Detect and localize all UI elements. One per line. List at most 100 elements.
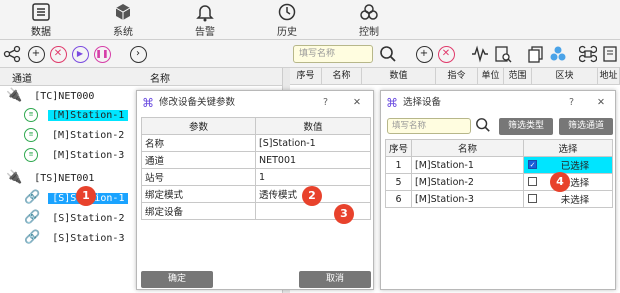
step-badge-4: 4 (550, 172, 570, 192)
inspect-button[interactable] (493, 44, 513, 64)
col-header[interactable]: 单位 (478, 68, 504, 85)
pause-icon: ❚❚ (93, 45, 111, 63)
select-cell[interactable]: ✓ 已选择 (523, 156, 613, 174)
filter-channel-button[interactable]: 筛选通道 (559, 118, 613, 135)
history-icon (278, 3, 296, 21)
select-cell[interactable]: 未选择 (523, 190, 613, 208)
nav-alarm-label: 告警 (195, 27, 215, 38)
col-header: 序号 (384, 139, 413, 157)
row-no: 6 (384, 190, 413, 208)
row-no: 5 (384, 173, 413, 191)
nav-history-label: 历史 (277, 27, 297, 38)
control-icon (360, 4, 378, 20)
cancel-button[interactable]: 取消 (299, 271, 371, 288)
share-button[interactable] (2, 44, 22, 64)
table-row[interactable]: 名称 [S]Station-1 (141, 134, 371, 152)
more-button[interactable] (600, 44, 620, 64)
group-button[interactable] (548, 44, 568, 64)
param-name: 通道 (141, 151, 256, 169)
play-icon: ▶ (71, 45, 89, 63)
checkbox-checked[interactable]: ✓ (528, 160, 538, 169)
copy-button[interactable] (526, 44, 546, 64)
tree-item-label: [M]Station-2 (52, 130, 125, 141)
pause-button[interactable]: ❚❚ (92, 44, 112, 64)
step-badge-3: 3 (334, 204, 354, 224)
table-row[interactable]: 通道 NET001 (141, 151, 371, 169)
help-button[interactable]: ? (569, 91, 574, 115)
plug-icon: 🔌 (6, 170, 23, 185)
row-no: 1 (384, 156, 413, 174)
search-button[interactable] (378, 44, 398, 64)
master-station-icon: ≡ (24, 128, 38, 142)
waveform-button[interactable] (470, 44, 490, 64)
nav-alarm[interactable]: 告警 (180, 2, 230, 38)
tree-item[interactable]: ≡ [M]Station-2 (24, 126, 128, 146)
col-header[interactable]: 名称 (322, 68, 362, 85)
next-button[interactable]: › (128, 44, 148, 64)
tree-item[interactable]: ≡ [M]Station-3 (24, 146, 128, 166)
table-row[interactable]: 1 [M]Station-1 ✓ 已选择 (384, 156, 613, 174)
nav-control[interactable]: 控制 (344, 2, 394, 38)
nav-system[interactable]: 系统 (98, 2, 148, 38)
nav-control-label: 控制 (359, 27, 379, 38)
tree-item-label: [M]Station-1 (48, 110, 129, 121)
table-row[interactable]: 6 [M]Station-3 未选择 (384, 190, 613, 208)
table-row[interactable]: 5 [M]Station-2 未选择 (384, 173, 613, 191)
group-icon (550, 46, 566, 61)
checkbox[interactable] (528, 177, 538, 186)
search-icon[interactable] (475, 117, 491, 133)
param-value[interactable]: 1 (255, 168, 371, 186)
group-label: [TC]NET000 (34, 91, 95, 102)
param-name: 绑定设备 (141, 202, 256, 220)
table-row[interactable]: 绑定模式 透传模式 (141, 185, 371, 203)
filter-type-button[interactable]: 筛选类型 (499, 118, 553, 135)
add-button[interactable]: + (26, 44, 46, 64)
remove-item-button[interactable]: ✕ (436, 44, 456, 64)
plug-icon: 🔌 (6, 88, 23, 103)
col-name-header: 名称 (150, 74, 170, 85)
command-button[interactable] (578, 44, 598, 64)
row-name: [M]Station-1 (411, 156, 525, 174)
tree-item-label: [S]Station-2 (52, 213, 125, 224)
tree-item[interactable]: 🔗 [S]Station-2 (24, 208, 128, 228)
remove-icon: ✕ (437, 45, 455, 63)
help-button[interactable]: ? (323, 91, 328, 115)
param-value[interactable]: NET001 (255, 151, 371, 169)
close-button[interactable]: ✕ (597, 91, 605, 115)
param-name: 名称 (141, 134, 256, 152)
tree-header: 通道 名称 (0, 68, 282, 86)
col-header[interactable]: 地址 (598, 68, 620, 85)
col-header[interactable]: 序号 (290, 68, 322, 85)
plus-icon: + (415, 45, 433, 63)
param-value[interactable]: [S]Station-1 (255, 134, 371, 152)
tree-group-net001[interactable]: 🔌 [TS]NET001 (6, 168, 94, 188)
col-header[interactable]: 范围 (504, 68, 532, 85)
col-header[interactable]: 指令 (436, 68, 478, 85)
document-search-icon (495, 46, 512, 63)
table-row[interactable]: 站号 1 (141, 168, 371, 186)
plus-icon: + (27, 45, 45, 63)
add-item-button[interactable]: + (414, 44, 434, 64)
checkbox[interactable] (528, 194, 538, 203)
close-button[interactable]: ✕ (353, 91, 361, 115)
waveform-icon (472, 45, 488, 63)
col-header[interactable]: 数值 (362, 68, 436, 85)
nav-data[interactable]: 数据 (16, 2, 66, 42)
more-icon (603, 46, 617, 62)
tree-item[interactable]: 🔗 [S]Station-3 (24, 228, 128, 248)
ok-button[interactable]: 确定 (141, 271, 213, 288)
values-col-header: 数值 (255, 117, 371, 135)
play-button[interactable]: ▶ (70, 44, 90, 64)
col-header[interactable]: 区块 (532, 68, 598, 85)
copy-icon (528, 46, 543, 63)
nav-history[interactable]: 历史 (262, 2, 312, 38)
delete-button[interactable]: ✕ (48, 44, 68, 64)
select-state: 未选择 (560, 195, 590, 206)
share-icon (3, 45, 21, 63)
tree-group-net000[interactable]: 🔌 [TC]NET000 (6, 86, 94, 106)
device-search-input[interactable]: 填写名称 (387, 118, 471, 134)
tree-item-label: [M]Station-3 (52, 150, 125, 161)
bell-icon (196, 5, 214, 22)
search-icon (380, 46, 396, 62)
search-input[interactable]: 填写名称 (293, 45, 373, 63)
